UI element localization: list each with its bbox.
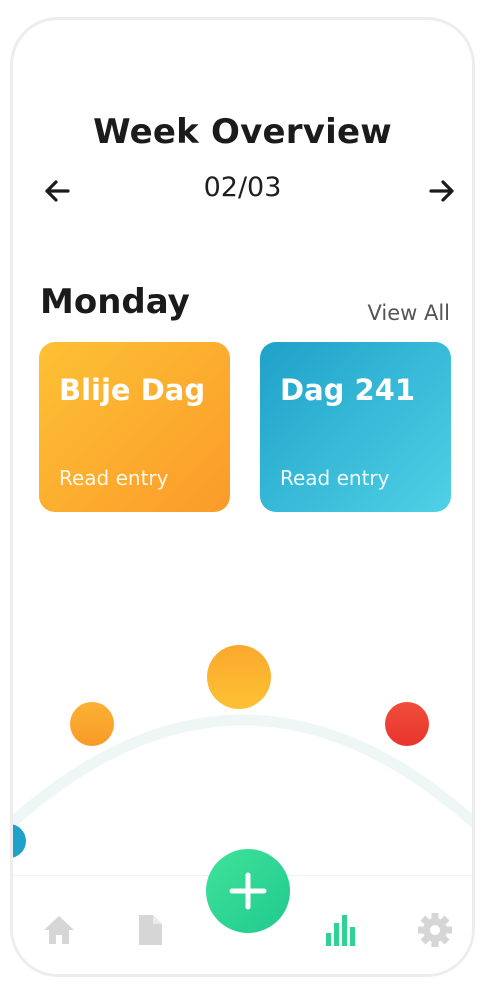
week-date: 02/03: [203, 172, 282, 203]
entry-card-title: Dag 241: [280, 373, 416, 407]
document-icon: [139, 915, 162, 945]
previous-week-button[interactable]: [40, 174, 74, 208]
home-icon: [44, 916, 74, 944]
bar-chart-icon: [326, 915, 355, 946]
tab-settings[interactable]: [416, 911, 454, 949]
arrow-left-icon: [45, 180, 70, 202]
day-title: Monday: [40, 282, 190, 322]
entry-card-title: Blije Dag: [59, 373, 206, 407]
phone-frame: Week Overview 02/03 Monday View All Blij…: [10, 17, 475, 977]
tab-statistics[interactable]: [323, 911, 361, 949]
add-icon: [229, 872, 267, 910]
page-title: Week Overview: [93, 112, 392, 152]
mood-dot-orange: [70, 702, 114, 746]
view-all-link[interactable]: View All: [367, 301, 450, 325]
mood-arc-chart: [13, 645, 472, 858]
read-entry-link[interactable]: Read entry: [280, 466, 390, 490]
arrow-right-icon: [429, 180, 454, 202]
next-week-button[interactable]: [425, 174, 459, 208]
add-entry-button[interactable]: [206, 849, 290, 933]
read-entry-link[interactable]: Read entry: [59, 466, 169, 490]
entry-card[interactable]: Dag 241 Read entry: [260, 342, 451, 512]
mood-dot-blue: [13, 824, 26, 858]
entry-card[interactable]: Blije Dag Read entry: [39, 342, 230, 512]
gear-icon: [418, 913, 452, 947]
tab-home[interactable]: [40, 911, 78, 949]
mood-dot-yellow: [207, 645, 271, 709]
tab-journal[interactable]: [131, 911, 169, 949]
mood-dot-red: [385, 702, 429, 746]
